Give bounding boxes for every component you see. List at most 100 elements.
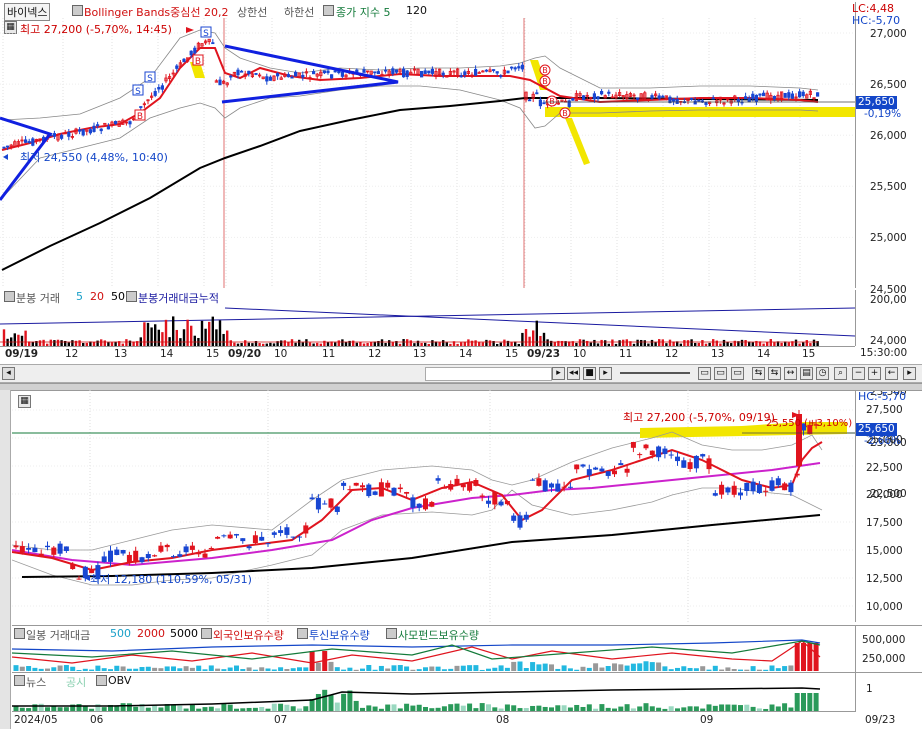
minus-icon[interactable]: − bbox=[852, 367, 865, 380]
volume-bar bbox=[193, 335, 196, 346]
tool-icon-6[interactable]: ↔ bbox=[784, 367, 797, 380]
top-time-tick: 09/20 bbox=[228, 348, 262, 360]
candle-body bbox=[769, 480, 775, 491]
volume-bar bbox=[605, 666, 611, 671]
bottom-date-end: 09/23 bbox=[865, 714, 896, 726]
candle-body bbox=[376, 71, 381, 75]
volume-bar bbox=[574, 669, 580, 671]
volume-bar bbox=[738, 669, 743, 671]
low-arrow bbox=[3, 154, 8, 160]
news-bar bbox=[479, 703, 485, 711]
volume-bar bbox=[226, 330, 229, 346]
play-icon[interactable]: ▸ bbox=[599, 367, 612, 380]
candle-body bbox=[536, 478, 542, 486]
volume-bar bbox=[687, 667, 693, 671]
volume-bar bbox=[265, 668, 271, 671]
candle-body bbox=[419, 70, 424, 78]
tool-icon-1[interactable]: ▭ bbox=[698, 367, 711, 380]
search-icon[interactable]: ⌕ bbox=[834, 367, 847, 380]
candle-body bbox=[297, 536, 302, 538]
candle-body bbox=[240, 538, 246, 542]
candle-body bbox=[366, 484, 372, 497]
news-bar bbox=[486, 704, 491, 711]
volume-bar bbox=[114, 665, 120, 671]
volume-bar bbox=[70, 666, 76, 671]
candle-body bbox=[506, 70, 510, 74]
candle-body bbox=[145, 554, 151, 559]
rewind-icon[interactable]: ◂◂ bbox=[567, 367, 580, 380]
candle-body bbox=[599, 468, 605, 472]
stop-icon[interactable]: ■ bbox=[583, 367, 596, 380]
left-arrow-icon[interactable]: ← bbox=[885, 367, 898, 380]
left-edge-bar bbox=[0, 390, 11, 729]
close-index-value: 120 bbox=[406, 4, 427, 17]
scroll-left-icon[interactable]: ◂ bbox=[2, 367, 15, 380]
tool-icon-2[interactable]: ▭ bbox=[714, 367, 727, 380]
candle-body bbox=[265, 76, 269, 82]
candle-body bbox=[229, 75, 233, 78]
candle-body bbox=[624, 468, 630, 473]
tool-icon-5[interactable]: ⇆ bbox=[768, 367, 781, 380]
top-price-axis: LC:4,48 HC:-5,70 27,000 26,500 26,000 25,50… bbox=[852, 2, 922, 500]
volume-bar bbox=[101, 668, 107, 671]
zoom-slider[interactable] bbox=[620, 372, 690, 374]
candle-body bbox=[656, 446, 662, 458]
candle-body bbox=[690, 98, 694, 100]
candle-body bbox=[555, 483, 561, 492]
candle-body bbox=[353, 482, 359, 486]
candle-body bbox=[782, 483, 788, 491]
bottom-price-tick: 17,500 bbox=[866, 517, 903, 530]
candle-body bbox=[605, 471, 611, 476]
volume-bar bbox=[215, 668, 221, 671]
scroll-right-icon[interactable]: ▸ bbox=[552, 367, 565, 380]
volume-bar bbox=[756, 669, 762, 671]
volume-bar bbox=[750, 666, 756, 671]
top-price-tick: 26,000 bbox=[870, 130, 907, 143]
candle-body bbox=[513, 67, 517, 70]
volume-bar bbox=[57, 665, 63, 671]
volume-bar bbox=[172, 316, 175, 346]
bottom-volume-axis: 500,000 250,000 bbox=[855, 625, 922, 673]
tool-icon-7[interactable]: ▤ bbox=[800, 367, 813, 380]
candle-body bbox=[157, 87, 161, 90]
candle-body bbox=[756, 484, 762, 494]
vol-axis-tick: 200,00 bbox=[870, 294, 907, 306]
top-time-tick: 12 bbox=[368, 348, 382, 360]
candle-body bbox=[236, 69, 240, 76]
volume-bar bbox=[532, 330, 535, 346]
candle-body bbox=[491, 69, 496, 71]
tool-icon-4[interactable]: ⇆ bbox=[752, 367, 765, 380]
plus-icon[interactable]: + bbox=[868, 367, 881, 380]
candle-body bbox=[706, 458, 712, 470]
tool-icon-3[interactable]: ▭ bbox=[731, 367, 744, 380]
candle-body bbox=[278, 530, 284, 533]
top-time-tick: 14 bbox=[160, 348, 174, 360]
volume-bar bbox=[391, 665, 397, 671]
candle-body bbox=[6, 145, 10, 148]
candle-body bbox=[101, 556, 107, 563]
scroll-right-end-icon[interactable]: ▸ bbox=[903, 367, 916, 380]
top-scrollbar[interactable]: ◂ ▸ ◂◂ ■ ▸ ▭ ▭ ▭ ⇆ ⇆ ↔ ▤ ◷ ⌕ − + ← ▸ bbox=[0, 364, 922, 383]
candle-body bbox=[32, 547, 38, 553]
bottom-pct-label: -2,66% bbox=[864, 435, 902, 447]
signal-marker-label: B bbox=[542, 66, 548, 75]
candle-body bbox=[549, 483, 554, 488]
candle-body bbox=[498, 501, 504, 506]
volume-bar bbox=[555, 668, 561, 671]
top-time-tick: 15 bbox=[802, 348, 816, 360]
candle-body bbox=[153, 91, 157, 96]
volume-bar bbox=[380, 339, 384, 346]
scroll-thumb[interactable] bbox=[425, 367, 552, 381]
volume-bar bbox=[378, 665, 384, 671]
volume-bar bbox=[521, 332, 524, 346]
candle-body bbox=[120, 549, 126, 554]
candle-body bbox=[208, 547, 214, 549]
bottom-current-label: 25,550 (+3,10%) bbox=[766, 418, 853, 429]
bottom-date-tick: 06 bbox=[90, 714, 104, 726]
close-index-checkbox[interactable] bbox=[323, 5, 336, 18]
candle-body bbox=[322, 503, 328, 505]
volume-bar bbox=[517, 661, 523, 671]
volume-bar bbox=[196, 665, 202, 671]
tool-icon-8[interactable]: ◷ bbox=[816, 367, 829, 380]
volume-bar bbox=[454, 665, 460, 671]
